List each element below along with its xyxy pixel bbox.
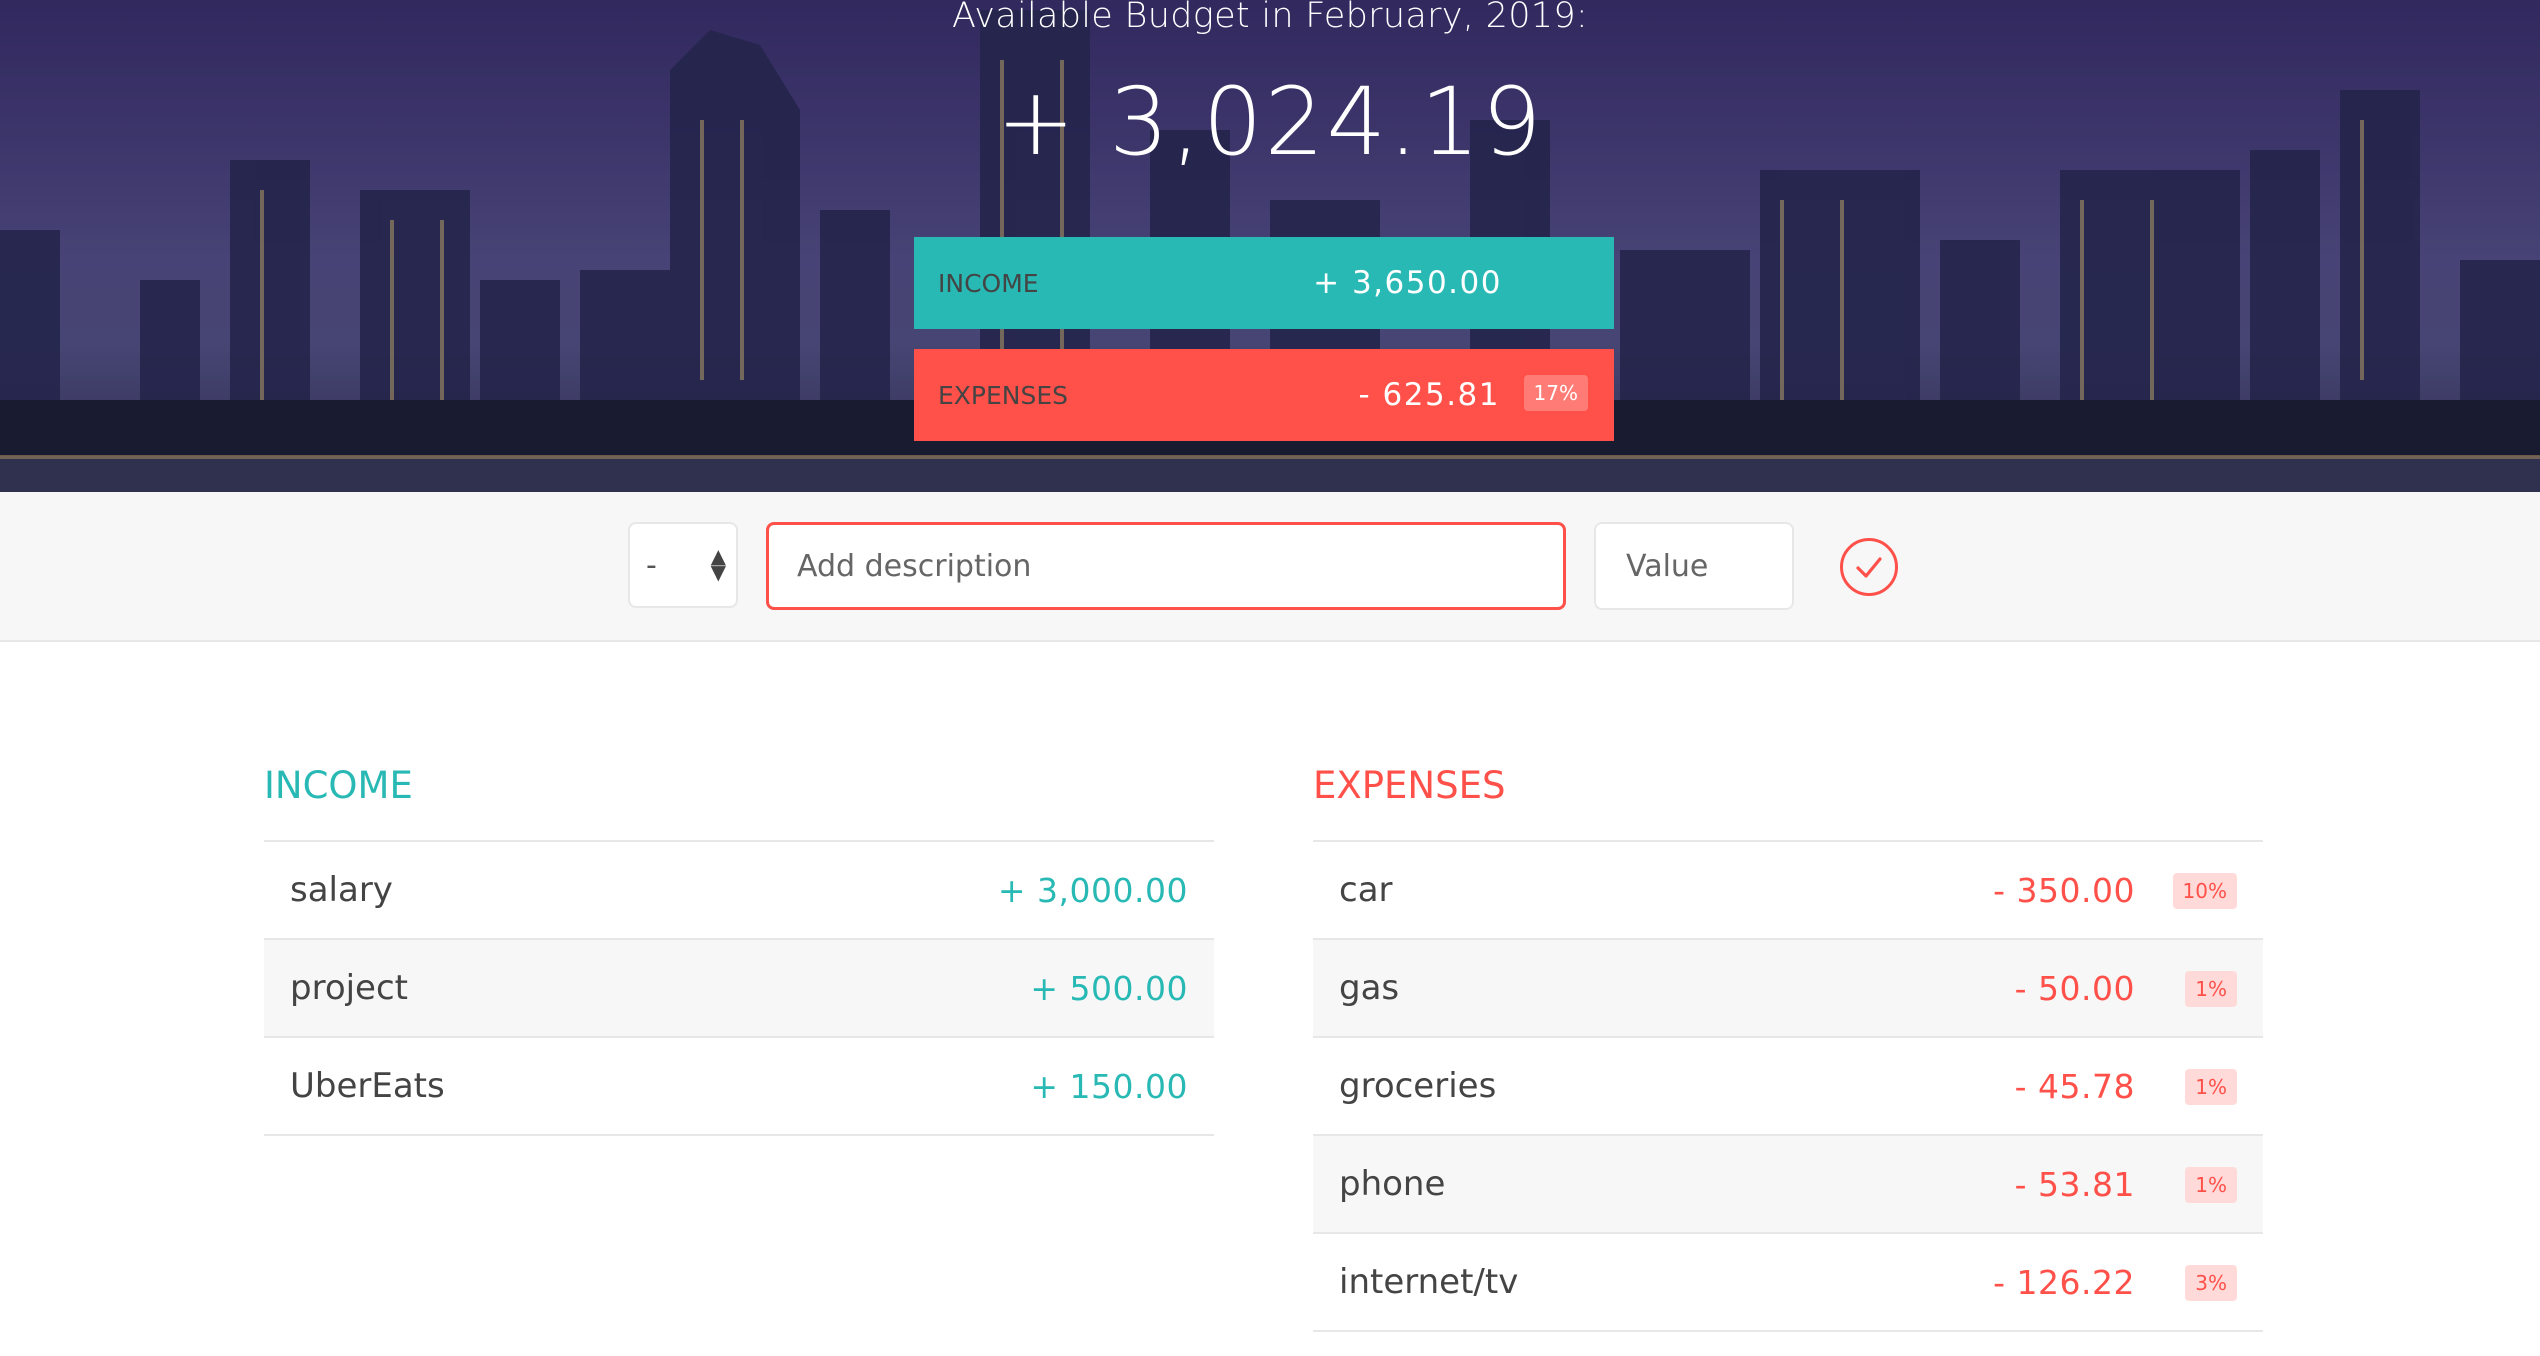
item-percentage-badge: 1% [2185,1069,2237,1105]
item-description: gas [1339,968,1400,1008]
type-select-value: - [646,547,657,583]
item-value: - 50.00 [2014,968,2135,1008]
item-value: + 500.00 [1030,968,1188,1008]
item-value: - 126.22 [1993,1262,2135,1302]
item-description: internet/tv [1339,1262,1519,1302]
income-item[interactable]: project + 500.00 [264,940,1214,1038]
budget-expenses-percentage: 17% [1523,375,1588,411]
item-value: + 3,000.00 [997,870,1188,910]
budget-expenses-label: Expenses [938,380,1069,410]
budget-income-value: + 3,650.00 [1313,265,1502,301]
item-percentage-badge: 3% [2185,1265,2237,1301]
expense-item[interactable]: phone - 53.81 1% [1313,1136,2263,1234]
income-item[interactable]: UberEats + 150.00 [264,1038,1214,1136]
value-input[interactable] [1594,522,1794,610]
budget-value: + 3,024.19 [996,68,1544,177]
expenses-title: Expenses [1313,764,1506,807]
expense-item[interactable]: internet/tv - 126.22 3% [1313,1234,2263,1332]
type-select[interactable]: - ▲ ▼ [628,522,738,608]
item-value: - 53.81 [2014,1164,2135,1204]
add-entry-bar: - ▲ ▼ [0,492,2540,642]
add-entry-button[interactable] [1840,538,1898,596]
income-list: salary + 3,000.00 project + 500.00 UberE… [264,840,1214,1136]
item-description: groceries [1339,1066,1497,1106]
budget-income-summary: Income + 3,650.00 [914,237,1614,329]
budget-income-label: Income [938,268,1039,298]
expense-item[interactable]: car - 350.00 10% [1313,842,2263,940]
item-description: car [1339,870,1393,910]
budget-expenses-summary: Expenses - 625.81 17% [914,349,1614,441]
expense-item[interactable]: gas - 50.00 1% [1313,940,2263,1038]
budget-header: Available Budget in February, 2019: + 3,… [0,0,2540,492]
item-description: phone [1339,1164,1446,1204]
checkmark-icon [1856,557,1882,578]
item-value: - 350.00 [1993,870,2135,910]
item-description: salary [290,870,393,910]
select-arrows-icon: ▲ ▼ [710,544,726,584]
budget-title: Available Budget in February, 2019: [952,0,1588,36]
item-percentage-badge: 1% [2185,971,2237,1007]
description-input[interactable] [766,522,1566,610]
item-description: project [290,968,409,1008]
income-item[interactable]: salary + 3,000.00 [264,842,1214,940]
item-percentage-badge: 10% [2172,873,2237,909]
item-value: + 150.00 [1030,1066,1188,1106]
expense-item[interactable]: groceries - 45.78 1% [1313,1038,2263,1136]
expenses-list: car - 350.00 10% gas - 50.00 1% grocerie… [1313,840,2263,1332]
budget-expenses-value: - 625.81 [1358,377,1500,413]
income-title: Income [264,764,413,807]
item-description: UberEats [290,1066,445,1106]
item-percentage-badge: 1% [2185,1167,2237,1203]
item-value: - 45.78 [2014,1066,2135,1106]
